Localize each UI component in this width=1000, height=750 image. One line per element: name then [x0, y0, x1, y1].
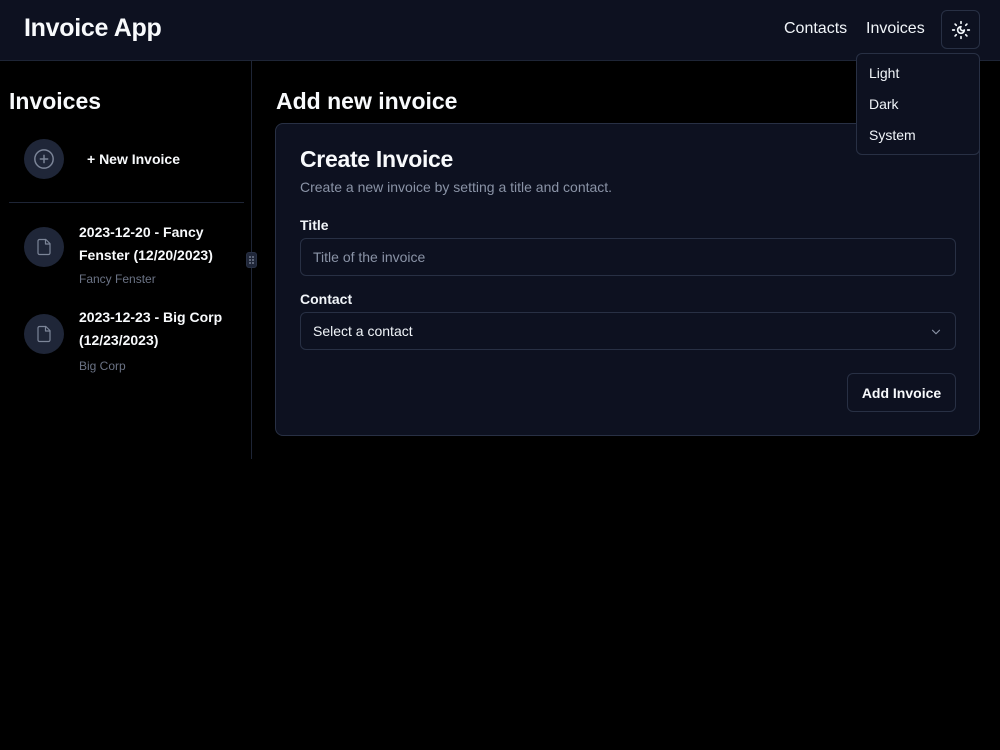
theme-toggle-button[interactable] — [941, 10, 980, 49]
sidebar-divider — [9, 202, 244, 203]
invoice-avatar — [24, 227, 64, 267]
contact-field-label: Contact — [300, 291, 353, 307]
sidebar-resize-handle[interactable] — [246, 252, 257, 268]
invoice-avatar — [24, 314, 64, 354]
app-title[interactable]: Invoice App — [24, 14, 162, 43]
nav-contacts-link[interactable]: Contacts — [784, 20, 847, 38]
invoice-list-item[interactable]: 2023-12-23 - Big Corp (12/23/2023) Big C… — [24, 306, 244, 374]
page-title: Add new invoice — [276, 88, 458, 114]
plus-circle-icon — [34, 149, 54, 169]
new-invoice-avatar — [24, 139, 64, 179]
invoice-contact: Big Corp — [79, 359, 126, 373]
theme-option-system[interactable]: System — [857, 120, 979, 151]
card-title: Create Invoice — [300, 146, 454, 172]
theme-option-light[interactable]: Light — [857, 58, 979, 89]
invoice-name: 2023-12-20 - Fancy Fenster (12/20/2023) — [79, 224, 213, 263]
contact-select-value: Select a contact — [313, 323, 413, 339]
invoice-name: 2023-12-23 - Big Corp (12/23/2023) — [79, 309, 223, 348]
theme-option-dark[interactable]: Dark — [857, 89, 979, 120]
create-invoice-card: Create Invoice Create a new invoice by s… — [275, 123, 980, 436]
theme-dropdown-menu: Light Dark System — [856, 53, 980, 155]
title-field-label: Title — [300, 217, 329, 233]
invoice-contact: Fancy Fenster — [79, 272, 156, 286]
grip-vertical-icon — [249, 256, 254, 264]
card-description: Create a new invoice by setting a title … — [300, 179, 613, 195]
new-invoice-label: + New Invoice — [87, 151, 180, 167]
file-icon — [37, 238, 51, 256]
contact-select[interactable]: Select a contact — [300, 312, 956, 350]
chevron-down-icon — [931, 329, 941, 335]
sun-moon-icon — [951, 20, 970, 39]
sidebar-title: Invoices — [9, 88, 102, 114]
file-icon — [37, 325, 51, 343]
title-input[interactable] — [300, 238, 956, 276]
invoice-list-item[interactable]: 2023-12-20 - Fancy Fenster (12/20/2023) … — [24, 221, 244, 289]
new-invoice-button[interactable]: + New Invoice — [24, 139, 244, 179]
add-invoice-button[interactable]: Add Invoice — [847, 373, 956, 412]
invoice-sidebar: Invoices + New Invoice 2023-12-20 - Fanc… — [0, 61, 252, 459]
top-navbar: Invoice App Contacts Invoices — [0, 0, 1000, 61]
nav-invoices-link[interactable]: Invoices — [866, 20, 925, 38]
